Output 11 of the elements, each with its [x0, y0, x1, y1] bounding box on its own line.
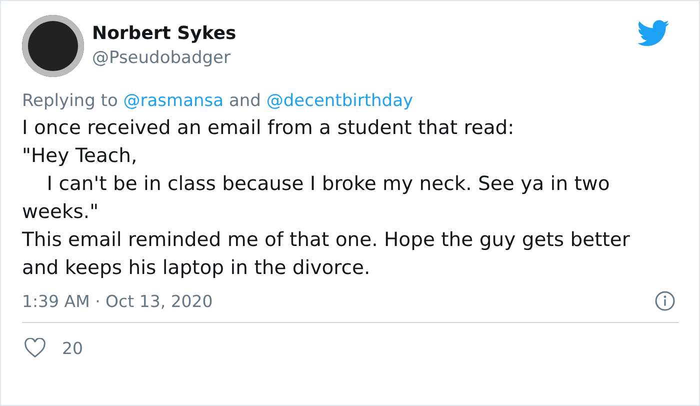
tweet-text: I once received an email from a student that read: "Hey Teach, I can't be in class because I broke my neck. See ya in two weeks." This email reminded me of that one. Hope the guy gets better and keeps his laptop in the divorce. [22, 115, 631, 281]
like-count: 20 [62, 338, 83, 358]
info-icon[interactable] [655, 291, 675, 311]
replying-to-line: Replying to @rasmansa and @decentbirthday [22, 90, 414, 112]
author-name: Norbert Sykes [92, 22, 236, 46]
author-handle: @Pseudobadger [92, 47, 232, 70]
heart-icon[interactable] [24, 338, 46, 358]
mention-link[interactable]: @decentbirthday [266, 91, 414, 111]
tweet-timestamp[interactable]: 1:39 AM · Oct 13, 2020 [22, 292, 213, 310]
bird-logo-icon [637, 20, 670, 47]
mention-link[interactable]: @rasmansa [123, 91, 224, 111]
